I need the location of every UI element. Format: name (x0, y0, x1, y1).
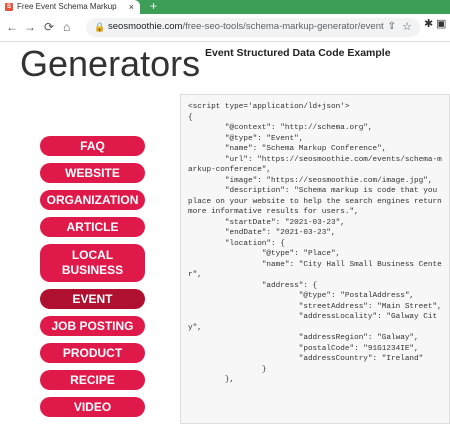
url-path: /free-seo-tools/schema-markup-generator/… (182, 21, 384, 32)
nav-button-product[interactable]: PRODUCT (40, 343, 145, 363)
new-tab-icon[interactable]: + (150, 0, 157, 13)
browser-tab[interactable]: S Free Event Schema Markup Gene × (0, 0, 140, 14)
code-block[interactable]: <script type='application/ld+json'> { "@… (180, 94, 450, 424)
share-icon[interactable]: ⇪ (388, 21, 396, 32)
nav-button-website[interactable]: WEBSITE (40, 163, 145, 183)
nav-button-job-posting[interactable]: JOB POSTING (40, 316, 145, 336)
nav-button-recipe[interactable]: RECIPE (40, 370, 145, 390)
url-host: seosmoothie.com (108, 21, 183, 32)
lock-icon[interactable]: 🔒 (94, 22, 105, 33)
forward-icon[interactable]: → (24, 20, 36, 34)
side-panel-icon[interactable]: ▣ (436, 17, 446, 30)
nav-button-organization[interactable]: ORGANIZATION (40, 190, 145, 210)
extensions-icon[interactable]: ✱ (424, 17, 433, 30)
back-icon[interactable]: ← (6, 20, 18, 34)
tab-close-icon[interactable]: × (129, 0, 134, 14)
schema-code-text[interactable]: <script type='application/ld+json'> { "@… (181, 95, 449, 393)
bookmark-star-icon[interactable]: ☆ (402, 20, 412, 33)
nav-button-article[interactable]: ARTICLE (40, 217, 145, 237)
address-bar[interactable]: 🔒 seosmoothie.com/free-seo-tools/schema-… (86, 18, 420, 37)
nav-button-faq[interactable]: FAQ (40, 136, 145, 156)
tab-title: Free Event Schema Markup Gene (17, 2, 119, 11)
home-icon[interactable]: ⌂ (63, 20, 70, 34)
site-favicon-icon: S (5, 3, 13, 11)
browser-tab-bar: S Free Event Schema Markup Gene × + (0, 0, 450, 14)
code-example-title: Event Structured Data Code Example (205, 47, 391, 59)
nav-button-local-business[interactable]: LOCAL BUSINESS (40, 244, 145, 282)
url-text[interactable]: seosmoothie.com/free-seo-tools/schema-ma… (108, 21, 384, 32)
browser-toolbar: ← → ⟳ ⌂ 🔒 seosmoothie.com/free-seo-tools… (0, 14, 450, 42)
nav-button-video[interactable]: VIDEO (40, 397, 145, 417)
generators-heading: Generators (20, 43, 201, 84)
nav-button-event[interactable]: EVENT (40, 289, 145, 309)
reload-icon[interactable]: ⟳ (44, 20, 54, 34)
